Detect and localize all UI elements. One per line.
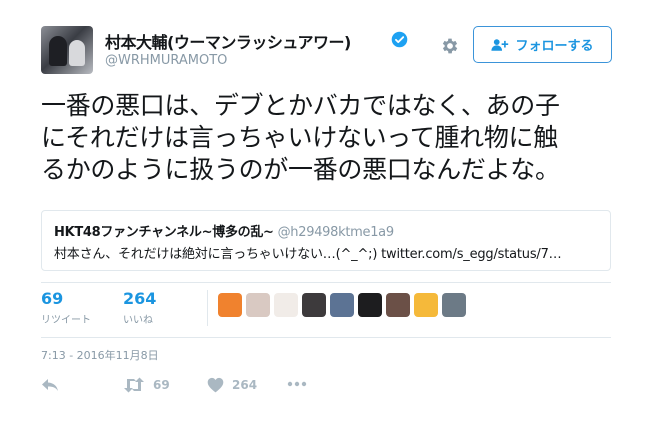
follow-button[interactable]: フォローする	[473, 26, 612, 63]
verified-badge-icon	[391, 31, 408, 48]
quote-tweet-card[interactable]: HKT48ファンチャンネル~博多の乱~ @h29498ktme1a9 村本さん、そ…	[41, 210, 611, 271]
like-stat[interactable]: 264 いいね	[123, 289, 183, 326]
liker-avatar[interactable]	[386, 293, 410, 317]
divider	[41, 337, 611, 338]
display-name[interactable]: 村本大輔(ウーマンラッシュアワー)	[105, 29, 351, 53]
quote-text: 村本さん、それだけは絶対に言っちゃいけない…(^_^;) twitter.com…	[54, 247, 562, 262]
liker-avatar[interactable]	[330, 293, 354, 317]
liker-avatar[interactable]	[414, 293, 438, 317]
reply-icon	[42, 379, 58, 391]
liker-avatar[interactable]	[358, 293, 382, 317]
tweet-text-line: にそれだけは言っちゃいけないって腫れ物に触	[41, 123, 558, 152]
more-dots-icon	[287, 381, 307, 387]
like-action-count: 264	[232, 378, 258, 392]
retweet-stat[interactable]: 69 リツイート	[41, 289, 101, 326]
tweet-text-line: 一番の悪口は、デブとかバカではなく、あの子	[41, 91, 560, 120]
liker-avatars	[218, 293, 466, 319]
liker-avatar[interactable]	[302, 293, 326, 317]
retweet-action-count: 69	[153, 378, 170, 392]
liker-avatar[interactable]	[442, 293, 466, 317]
add-user-icon	[491, 38, 509, 51]
user-handle[interactable]: @WRHMURAMOTO	[105, 53, 227, 68]
stats-separator	[207, 290, 208, 326]
heart-icon	[207, 377, 224, 393]
gear-icon[interactable]	[440, 36, 460, 56]
follow-button-label: フォローする	[515, 39, 594, 54]
retweet-button[interactable]: 69	[123, 377, 170, 393]
retweet-icon	[124, 377, 144, 393]
avatar[interactable]	[41, 26, 93, 74]
liker-avatar[interactable]	[246, 293, 270, 317]
tweet-text: 一番の悪口は、デブとかバカではなく、あの子 にそれだけは言っちゃいけないって腫れ…	[41, 90, 616, 186]
like-button[interactable]: 264	[207, 377, 257, 393]
quote-author-handle: @h29498ktme1a9	[277, 225, 395, 240]
liker-avatar[interactable]	[274, 293, 298, 317]
divider	[41, 282, 611, 283]
like-label: いいね	[123, 315, 153, 326]
quote-author-name: HKT48ファンチャンネル~博多の乱~	[54, 225, 274, 240]
like-count: 264	[123, 289, 157, 308]
retweet-label: リツイート	[41, 315, 91, 326]
reply-button[interactable]	[41, 378, 59, 392]
tweet-timestamp[interactable]: 7:13 - 2016年11月8日	[41, 347, 159, 363]
liker-avatar[interactable]	[218, 293, 242, 317]
more-options-button[interactable]	[287, 377, 307, 391]
retweet-count: 69	[41, 289, 64, 308]
tweet-text-line: るかのように扱うのが一番の悪口なんだよな。	[41, 155, 560, 184]
quote-author: HKT48ファンチャンネル~博多の乱~ @h29498ktme1a9	[54, 221, 394, 240]
